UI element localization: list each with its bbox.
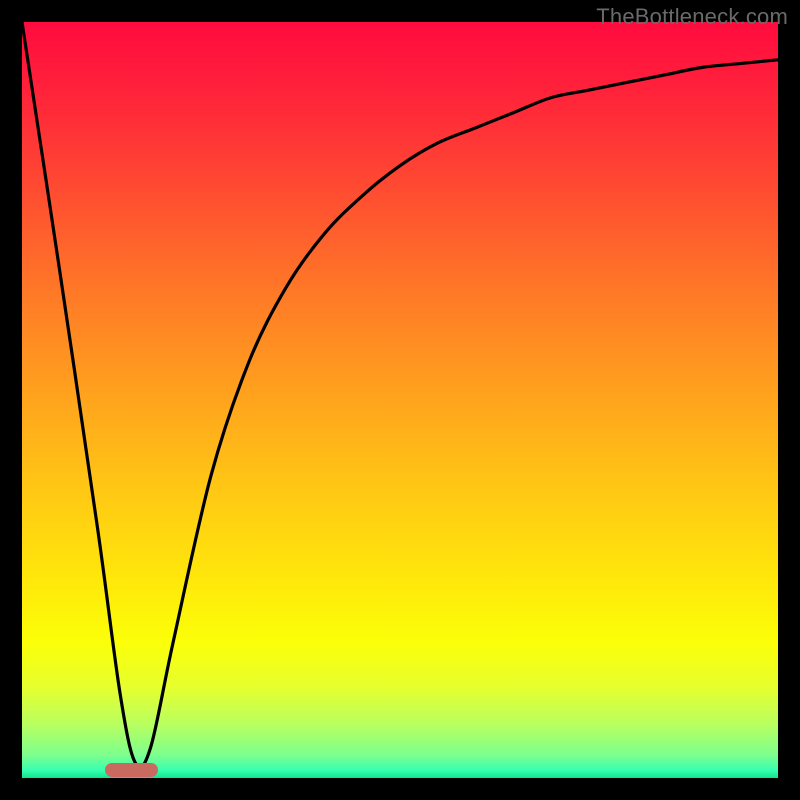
chart-frame: TheBottleneck.com [0,0,800,800]
watermark-text: TheBottleneck.com [596,4,788,30]
bottleneck-curve [22,22,778,778]
plot-area [22,22,778,778]
optimum-marker [105,763,158,777]
